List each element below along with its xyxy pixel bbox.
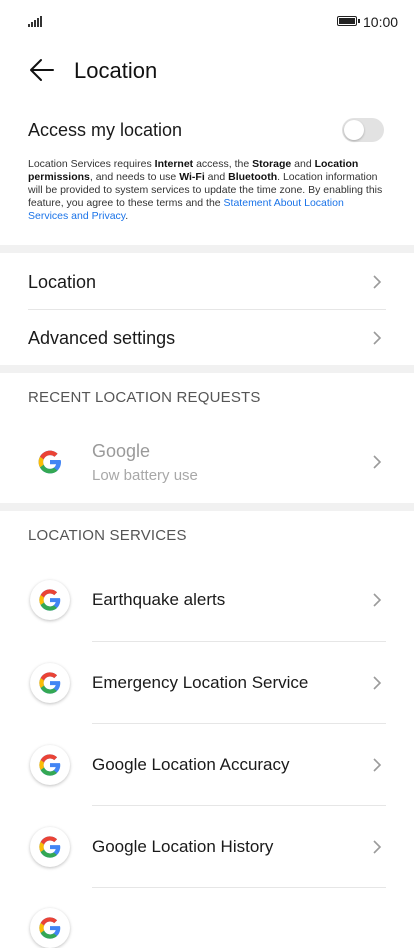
chevron-right-icon xyxy=(373,676,382,690)
request-app-name: Google xyxy=(92,441,151,461)
google-g-icon xyxy=(30,663,70,703)
location-services-description: Location Services requires Internet acce… xyxy=(28,158,383,222)
service-row-google-location-accuracy[interactable]: Google Location Accuracy xyxy=(0,724,414,806)
chevron-right-icon xyxy=(373,275,382,289)
google-g-icon xyxy=(30,580,70,620)
location-settings-row[interactable]: Location xyxy=(0,255,414,309)
chevron-right-icon xyxy=(373,758,382,772)
status-bar: 10:00 xyxy=(0,0,414,44)
service-row-earthquake-alerts[interactable]: Earthquake alerts xyxy=(0,560,414,642)
recent-requests-header: RECENT LOCATION REQUESTS xyxy=(28,389,261,406)
google-g-icon xyxy=(30,827,70,867)
request-battery-use: Low battery use xyxy=(92,467,198,484)
service-row-google-location-history[interactable]: Google Location History xyxy=(0,806,414,888)
section-divider xyxy=(0,503,414,511)
service-label: Google Location Accuracy xyxy=(92,755,290,774)
service-label: Earthquake alerts xyxy=(92,590,226,609)
advanced-settings-row[interactable]: Advanced settings xyxy=(0,310,414,364)
back-arrow-icon[interactable] xyxy=(28,56,56,84)
chevron-right-icon xyxy=(373,593,382,607)
google-g-icon xyxy=(30,908,70,948)
recent-request-google-row[interactable]: Google Low battery use xyxy=(0,428,414,498)
service-label: Google Location History xyxy=(92,837,274,856)
row-label: Location xyxy=(28,272,97,292)
location-services-header: LOCATION SERVICES xyxy=(28,527,187,544)
row-separator xyxy=(92,887,386,888)
chevron-right-icon xyxy=(373,455,382,469)
signal-strength-icon xyxy=(28,15,42,27)
chevron-right-icon xyxy=(373,840,382,854)
google-g-icon xyxy=(30,442,70,482)
access-my-location-label: Access my location xyxy=(28,120,183,140)
service-label: Emergency Location Service xyxy=(92,673,309,692)
google-g-icon xyxy=(30,745,70,785)
toggle-knob xyxy=(344,120,364,140)
status-time: 10:00 xyxy=(363,14,399,30)
section-divider xyxy=(0,365,414,373)
chevron-right-icon xyxy=(373,331,382,345)
battery-icon xyxy=(337,16,360,26)
section-divider xyxy=(0,245,414,253)
service-row-emergency-location-service[interactable]: Emergency Location Service xyxy=(0,642,414,724)
row-label: Advanced settings xyxy=(28,328,176,348)
access-location-toggle[interactable] xyxy=(342,118,384,142)
page-title: Location xyxy=(74,58,158,83)
